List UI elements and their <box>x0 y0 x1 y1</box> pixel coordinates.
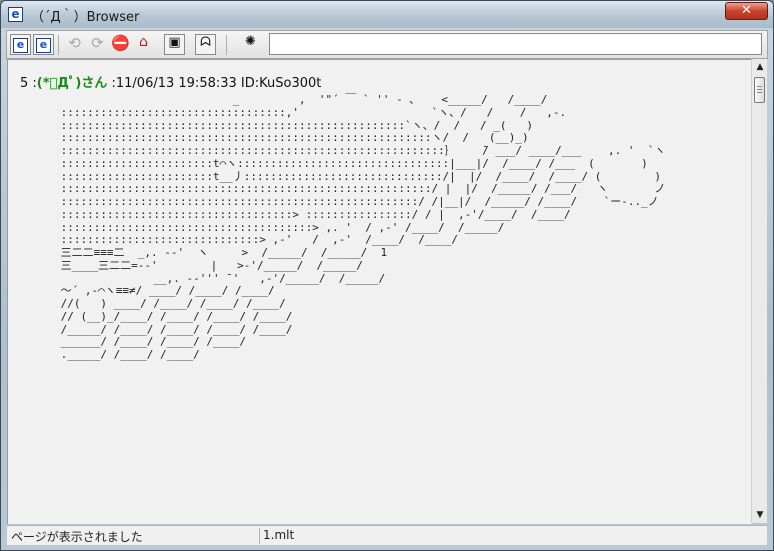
poster-name[interactable]: (*ﾟДﾟ)さん <box>37 76 108 91</box>
forward-icon[interactable]: ⟳ <box>87 34 108 55</box>
browser-window: e （´Д｀）Browser ✕ e e ⟲ ⟳ ⛔ ⌂ ▣ ᗣ ✺ 5 :(*… <box>0 0 774 551</box>
back-icon[interactable]: ⟲ <box>64 34 85 55</box>
stop-icon[interactable]: ⛔ <box>110 34 131 55</box>
toolbar-separator <box>58 35 59 55</box>
title-bar[interactable]: e （´Д｀）Browser ✕ <box>1 1 773 28</box>
post-date: 11/06/13 19:58:33 <box>115 76 237 91</box>
post-header: 5 :(*ﾟДﾟ)さん :11/06/13 19:58:33 ID:KuSo30… <box>20 76 322 91</box>
scroll-down-icon[interactable]: ▼ <box>752 507 768 523</box>
ascii-art: _ , '"´ ￣ ` '' - ､ <_____/ /____/ ::::::… <box>60 93 666 361</box>
scroll-up-icon[interactable]: ▲ <box>752 59 768 75</box>
ie-open-new-button[interactable]: e <box>33 34 54 55</box>
aa-face-icon[interactable]: ᗣ <box>195 34 216 55</box>
scroll-thumb[interactable] <box>754 77 765 103</box>
ie-open-button[interactable]: e <box>10 34 31 55</box>
post-id[interactable]: ID:KuSo300t <box>241 76 321 91</box>
post-view: 5 :(*ﾟДﾟ)さん :11/06/13 19:58:33 ID:KuSo30… <box>7 59 752 524</box>
ie-page-icon: e <box>8 7 23 22</box>
toolbar: e e ⟲ ⟳ ⛔ ⌂ ▣ ᗣ ✺ <box>6 30 768 59</box>
status-text: ページが表示されました <box>11 528 260 544</box>
vertical-scrollbar[interactable]: ▲ ▼ <box>751 59 767 523</box>
settings-icon[interactable]: ✺ <box>240 34 261 55</box>
toolbar-separator <box>226 35 227 55</box>
url-input[interactable] <box>269 33 762 55</box>
status-file: 1.mlt <box>263 528 295 542</box>
window-title: （´Д｀）Browser <box>31 10 140 25</box>
home-icon[interactable]: ⌂ <box>133 34 154 55</box>
close-button[interactable]: ✕ <box>725 2 768 20</box>
post-number: 5 <box>20 76 29 91</box>
window-list-icon[interactable]: ▣ <box>164 34 185 55</box>
status-bar: ページが表示されました 1.mlt <box>7 525 767 545</box>
